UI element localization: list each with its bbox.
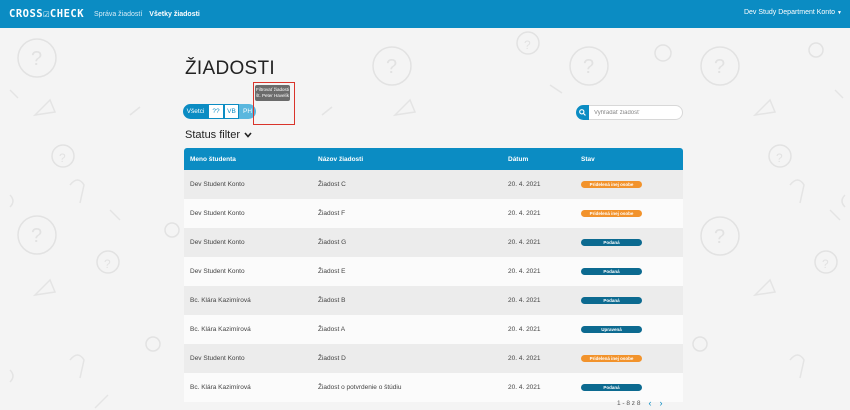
table-row[interactable]: Bc. Klára Kazimírová Žiadost o potvrdeni… — [184, 373, 683, 402]
cell-student: Bc. Klára Kazimírová — [190, 326, 251, 333]
account-name: Dev Study Department Konto — [743, 9, 836, 16]
top-navbar: CROSS☑CHECK Správa žiadostí Všetky žiado… — [0, 0, 850, 28]
cell-date: 20. 4. 2021 — [508, 384, 541, 391]
status-badge: Podaná — [581, 297, 642, 304]
cell-request-name: Žiadost F — [318, 210, 346, 217]
cell-date: 20. 4. 2021 — [508, 268, 541, 275]
nav-link-manage-requests[interactable]: Správa žiadostí — [94, 11, 142, 18]
filter-all-button[interactable]: Všetci — [183, 104, 208, 119]
prev-page-icon[interactable]: ‹ — [648, 398, 651, 408]
cell-student: Dev Student Konto — [190, 210, 245, 217]
next-page-icon[interactable]: › — [659, 398, 662, 408]
cell-student: Dev Student Konto — [190, 239, 245, 246]
cell-date: 20. 4. 2021 — [508, 210, 541, 217]
pagination: 1 - 8 z 8 ‹ › — [617, 398, 662, 408]
nav-link-all-requests[interactable]: Všetky žiadosti — [149, 11, 200, 18]
status-badge: Pridelená inej osobe — [581, 181, 642, 188]
column-header-date[interactable]: Dátum — [508, 156, 581, 163]
cell-student: Dev Student Konto — [190, 355, 245, 362]
cell-date: 20. 4. 2021 — [508, 181, 541, 188]
cell-student: Bc. Klára Kazimírová — [190, 297, 251, 304]
chevron-down-icon — [244, 132, 252, 138]
page-title: ŽIADOSTI — [185, 58, 276, 79]
cell-student: Dev Student Konto — [190, 268, 245, 275]
status-badge: Upravená — [581, 326, 642, 333]
search-bar — [576, 105, 683, 120]
table-row[interactable]: Dev Student Konto Žiadost F 20. 4. 2021 … — [184, 199, 683, 228]
column-header-status[interactable]: Stav — [581, 156, 683, 163]
requests-table: Meno študenta Názov žiadosti Dátum Stav … — [184, 148, 683, 402]
filter-unknown-button[interactable]: ?? — [208, 104, 224, 119]
cell-student: Bc. Klára Kazimírová — [190, 384, 251, 391]
cell-date: 20. 4. 2021 — [508, 355, 541, 362]
search-icon — [579, 109, 586, 116]
table-row[interactable]: Bc. Klára Kazimírová Žiadost A 20. 4. 20… — [184, 315, 683, 344]
table-row[interactable]: Dev Student Konto Žiadost G 20. 4. 2021 … — [184, 228, 683, 257]
table-header: Meno študenta Názov žiadosti Dátum Stav — [184, 148, 683, 170]
status-badge: Podaná — [581, 268, 642, 275]
status-filter-label: Status filter — [185, 129, 241, 141]
status-badge: Pridelená inej osobe — [581, 355, 642, 362]
cell-request-name: Žiadost E — [318, 268, 346, 275]
table-row[interactable]: Dev Student Konto Žiadost D 20. 4. 2021 … — [184, 344, 683, 373]
pagination-range: 1 - 8 z 8 — [617, 399, 641, 407]
table-row[interactable]: Dev Student Konto Žiadost E 20. 4. 2021 … — [184, 257, 683, 286]
cell-request-name: Žiadost o potvrdenie o štúdiu — [318, 384, 402, 391]
table-row[interactable]: Bc. Klára Kazimírová Žiadost B 20. 4. 20… — [184, 286, 683, 315]
cell-request-name: Žiadost G — [318, 239, 347, 246]
cell-request-name: Žiadost A — [318, 326, 346, 333]
search-button[interactable] — [576, 105, 589, 120]
highlight-box — [253, 82, 295, 125]
caret-down-icon: ▼ — [837, 10, 842, 16]
search-input[interactable] — [589, 105, 683, 120]
brand-logo[interactable]: CROSS☑CHECK — [9, 8, 84, 20]
status-badge: Podaná — [581, 239, 642, 246]
column-header-name[interactable]: Názov žiadosti — [318, 156, 508, 163]
status-filter-toggle[interactable]: Status filter — [185, 129, 252, 141]
table-row[interactable]: Dev Student Konto Žiadost C 20. 4. 2021 … — [184, 170, 683, 199]
status-badge: Pridelená inej osobe — [581, 210, 642, 217]
cell-request-name: Žiadost B — [318, 297, 346, 304]
column-header-student[interactable]: Meno študenta — [184, 156, 318, 163]
main-content: ŽIADOSTI Filtrovať žiadosti št. Peter Ha… — [0, 0, 850, 410]
cell-student: Dev Student Konto — [190, 181, 245, 188]
cell-date: 20. 4. 2021 — [508, 326, 541, 333]
filter-vb-button[interactable]: VB — [224, 104, 239, 119]
cell-request-name: Žiadost C — [318, 181, 346, 188]
cell-request-name: Žiadost D — [318, 355, 346, 362]
student-filter-group: Všetci ?? VB PH — [183, 104, 256, 119]
status-badge: Podaná — [581, 384, 642, 391]
account-dropdown[interactable]: Dev Study Department Konto ▼ — [744, 9, 842, 16]
cell-date: 20. 4. 2021 — [508, 239, 541, 246]
cell-date: 20. 4. 2021 — [508, 297, 541, 304]
